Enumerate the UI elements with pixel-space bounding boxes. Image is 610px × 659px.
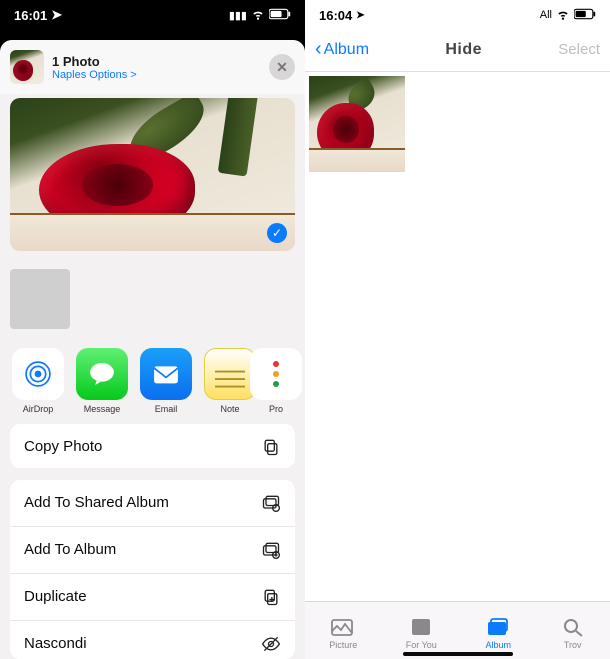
app-label: Message xyxy=(84,404,121,414)
nav-bar: ‹ Album Hide Select xyxy=(305,28,610,72)
home-indicator[interactable] xyxy=(403,652,513,656)
tab-label: For You xyxy=(406,640,437,650)
status-time: 16:01 xyxy=(14,8,47,23)
app-label: Pro xyxy=(269,404,283,414)
more-icon xyxy=(250,348,302,400)
chevron-left-icon: ‹ xyxy=(315,38,322,61)
copy-icon xyxy=(261,437,281,457)
app-messages[interactable]: Message xyxy=(74,348,130,414)
action-label: Nascondi xyxy=(24,635,87,652)
status-bar-left: 16:01 ➤ ▮▮▮ xyxy=(0,0,305,28)
tab-picture[interactable]: Picture xyxy=(329,616,357,650)
album-icon xyxy=(485,616,511,638)
app-label: Note xyxy=(220,404,239,414)
battery-icon xyxy=(574,8,596,23)
search-icon xyxy=(560,616,586,638)
foryou-icon xyxy=(408,616,434,638)
tab-label: Picture xyxy=(329,640,357,650)
close-button[interactable]: ✕ xyxy=(269,54,295,80)
action-group-main: Add To Shared Album Add To Album Duplica… xyxy=(10,480,295,659)
wifi-icon xyxy=(251,7,265,24)
shared-album-icon xyxy=(261,493,281,513)
duplicate-icon xyxy=(261,587,281,607)
location-arrow-icon: ➤ xyxy=(356,10,364,21)
left-phone: 16:01 ➤ ▮▮▮ 1 Photo Naples Op xyxy=(0,0,305,659)
notes-icon xyxy=(204,348,256,400)
add-shared-album-action[interactable]: Add To Shared Album xyxy=(10,480,295,527)
copy-photo-action[interactable]: Copy Photo xyxy=(10,424,295,468)
airdrop-icon xyxy=(12,348,64,400)
header-thumbnail xyxy=(10,50,44,84)
hide-action[interactable]: Nascondi xyxy=(10,621,295,659)
action-label: Add To Album xyxy=(24,541,116,558)
app-label: AirDrop xyxy=(23,404,54,414)
album-plus-icon xyxy=(261,540,281,560)
right-phone: 16:04 ➤ All ‹ Album Hide Select xyxy=(305,0,610,659)
messages-icon xyxy=(76,348,128,400)
tab-bar: Picture For You Album Trov xyxy=(305,601,610,659)
action-label: Copy Photo xyxy=(24,438,102,455)
tab-foryou[interactable]: For You xyxy=(406,616,437,650)
back-button[interactable]: ‹ Album xyxy=(315,38,369,61)
battery-icon xyxy=(269,8,291,23)
signal-icon: ▮▮▮ xyxy=(229,9,247,22)
photos-icon xyxy=(330,616,356,638)
photo-thumbnail[interactable] xyxy=(309,76,405,172)
share-subtitle[interactable]: Naples Options > xyxy=(52,69,261,81)
share-title: 1 Photo xyxy=(52,54,261,69)
photo-grid xyxy=(305,72,610,601)
select-button[interactable]: Select xyxy=(558,41,600,58)
app-more[interactable]: Pro xyxy=(266,348,286,414)
add-album-action[interactable]: Add To Album xyxy=(10,527,295,574)
mail-icon xyxy=(140,348,192,400)
eye-off-icon xyxy=(261,634,281,654)
location-arrow-icon: ➤ xyxy=(51,7,62,23)
tab-album[interactable]: Album xyxy=(485,616,511,650)
app-airdrop[interactable]: AirDrop xyxy=(10,348,66,414)
airdrop-contact-placeholder[interactable] xyxy=(10,269,70,329)
action-label: Add To Shared Album xyxy=(24,494,169,511)
status-bar-right: 16:04 ➤ All xyxy=(305,0,610,28)
status-right-text: All xyxy=(540,9,552,21)
share-sheet-header: 1 Photo Naples Options > ✕ xyxy=(0,40,305,94)
wifi-icon xyxy=(556,7,570,24)
airdrop-contacts-row xyxy=(0,261,305,338)
share-apps-row: AirDrop Message Email xyxy=(0,338,305,417)
status-time: 16:04 xyxy=(319,8,352,23)
page-title: Hide xyxy=(445,41,482,59)
app-label: Email xyxy=(155,404,178,414)
tab-search[interactable]: Trov xyxy=(560,616,586,650)
close-icon: ✕ xyxy=(276,59,288,76)
tab-label: Trov xyxy=(564,640,582,650)
action-group-copy: Copy Photo xyxy=(10,424,295,468)
share-sheet: 1 Photo Naples Options > ✕ ✓ xyxy=(0,40,305,659)
back-label: Album xyxy=(324,41,369,59)
action-label: Duplicate xyxy=(24,588,87,605)
photo-preview[interactable]: ✓ xyxy=(10,98,295,251)
duplicate-action[interactable]: Duplicate xyxy=(10,574,295,621)
tab-label: Album xyxy=(485,640,511,650)
app-mail[interactable]: Email xyxy=(138,348,194,414)
